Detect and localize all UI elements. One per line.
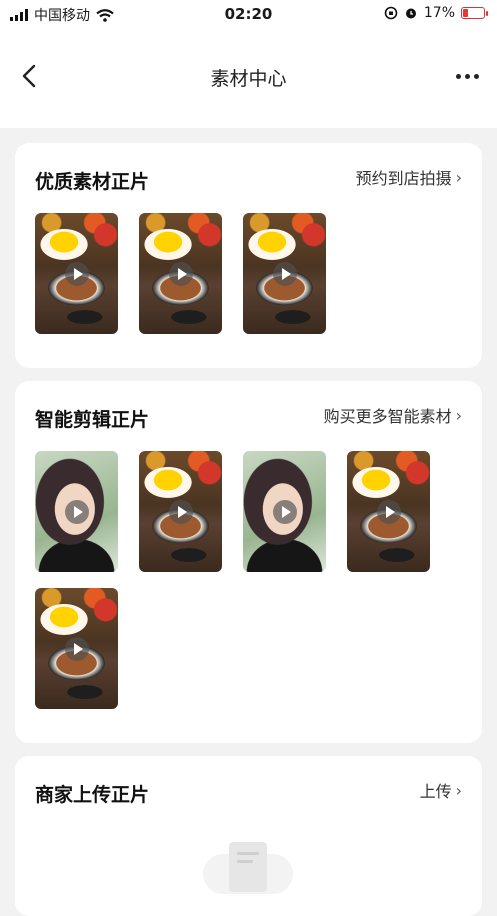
link-label: 预约到店拍摄 [355, 169, 452, 188]
video-thumbnail[interactable] [35, 588, 118, 709]
more-dots-icon[interactable] [451, 64, 483, 88]
empty-state-illustration [193, 834, 303, 894]
play-icon [272, 261, 297, 286]
chevron-right-icon: › [455, 405, 462, 425]
play-icon [64, 261, 89, 286]
video-thumbnail[interactable] [139, 213, 222, 334]
book-shoot-link[interactable]: 预约到店拍摄 › [356, 165, 462, 189]
section-title: 优质素材正片 [35, 171, 150, 193]
link-label: 购买更多智能素材 [323, 407, 452, 426]
play-icon [168, 499, 193, 524]
video-thumbnail[interactable] [347, 451, 430, 572]
video-thumbnail[interactable] [243, 451, 326, 572]
video-thumbnail[interactable] [35, 451, 118, 572]
play-icon [376, 499, 401, 524]
status-bar: 中国移动 02:20 17% [0, 0, 497, 28]
play-icon [64, 499, 89, 524]
play-icon [64, 636, 89, 661]
status-right: 17% [384, 5, 488, 21]
video-thumbnail[interactable] [243, 213, 326, 334]
section-card-merchant-upload: 商家上传正片 上传 › [15, 756, 482, 916]
battery-icon [461, 7, 488, 19]
section-card-premium: 优质素材正片 预约到店拍摄 › [15, 143, 482, 368]
page-title: 素材中心 [210, 68, 287, 90]
chevron-right-icon: › [455, 167, 462, 187]
nav-bar: 素材中心 [0, 28, 497, 128]
upload-link[interactable]: 上传 › [420, 778, 462, 802]
section-title: 智能剪辑正片 [35, 409, 150, 431]
battery-percent: 17% [423, 5, 455, 21]
video-thumbnail[interactable] [35, 213, 118, 334]
section-card-smart-edit: 智能剪辑正片 购买更多智能素材 › [15, 381, 482, 743]
video-thumbnail[interactable] [139, 451, 222, 572]
orientation-lock-icon [384, 6, 398, 20]
play-icon [168, 261, 193, 286]
alarm-icon [405, 8, 416, 19]
link-label: 上传 [419, 782, 452, 801]
buy-more-link[interactable]: 购买更多智能素材 › [324, 403, 462, 427]
section-title: 商家上传正片 [35, 784, 150, 806]
chevron-right-icon: › [455, 780, 462, 800]
play-icon [272, 499, 297, 524]
